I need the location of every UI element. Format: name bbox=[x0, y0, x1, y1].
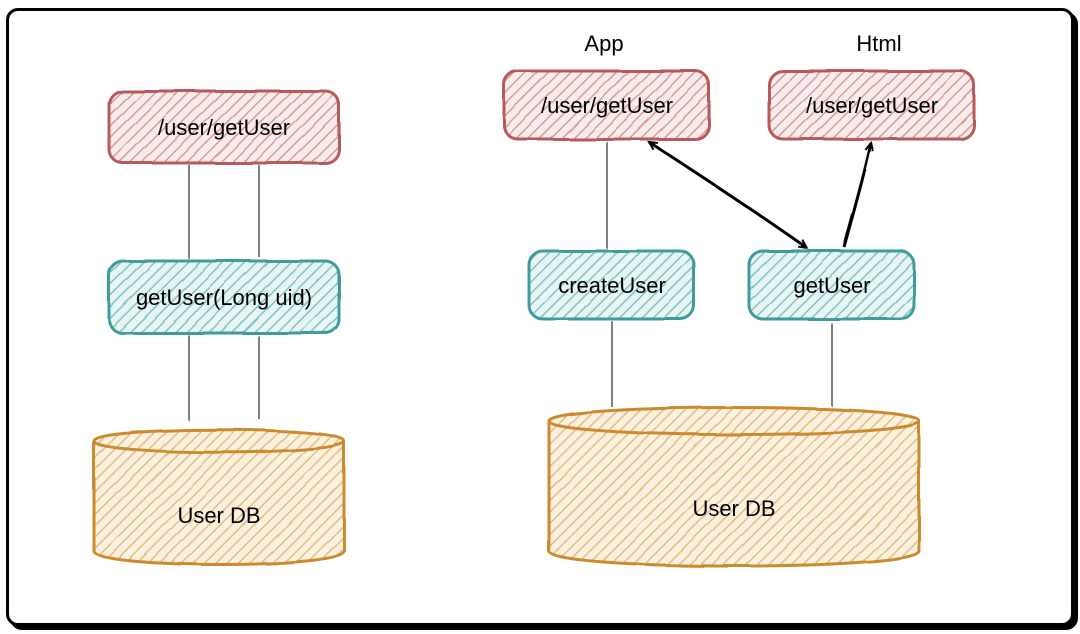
left-service-label: getUser(Long uid) bbox=[136, 285, 312, 310]
left-db-label: User DB bbox=[177, 503, 260, 528]
arrow-left-svc-to-db bbox=[189, 335, 190, 419]
title-html: Html bbox=[856, 31, 901, 56]
diagram-frame: /user/getUser getUser(Long uid) User DB … bbox=[6, 8, 1074, 626]
right-db-label: User DB bbox=[692, 496, 775, 521]
arrow-left-db-to-svc bbox=[259, 337, 260, 419]
right-endpoint-app-label: /user/getUser bbox=[541, 93, 673, 118]
left-db-cylinder bbox=[94, 430, 344, 565]
arrow-app-to-get bbox=[649, 142, 807, 248]
arrow-get-to-html bbox=[844, 143, 871, 247]
right-service-create-label: createUser bbox=[558, 273, 666, 298]
arrow-get-to-db bbox=[832, 323, 833, 405]
right-service-get-label: getUser bbox=[793, 273, 870, 298]
arrow-app-to-create bbox=[607, 143, 608, 247]
right-db-cylinder bbox=[549, 408, 919, 567]
title-app: App bbox=[584, 31, 623, 56]
arrow-left-svc-to-ep bbox=[259, 167, 260, 257]
right-endpoint-html-label: /user/getUser bbox=[806, 93, 938, 118]
left-endpoint-label: /user/getUser bbox=[158, 115, 290, 140]
diagram-svg: /user/getUser getUser(Long uid) User DB … bbox=[9, 11, 1071, 623]
arrow-db-to-create bbox=[612, 323, 613, 407]
